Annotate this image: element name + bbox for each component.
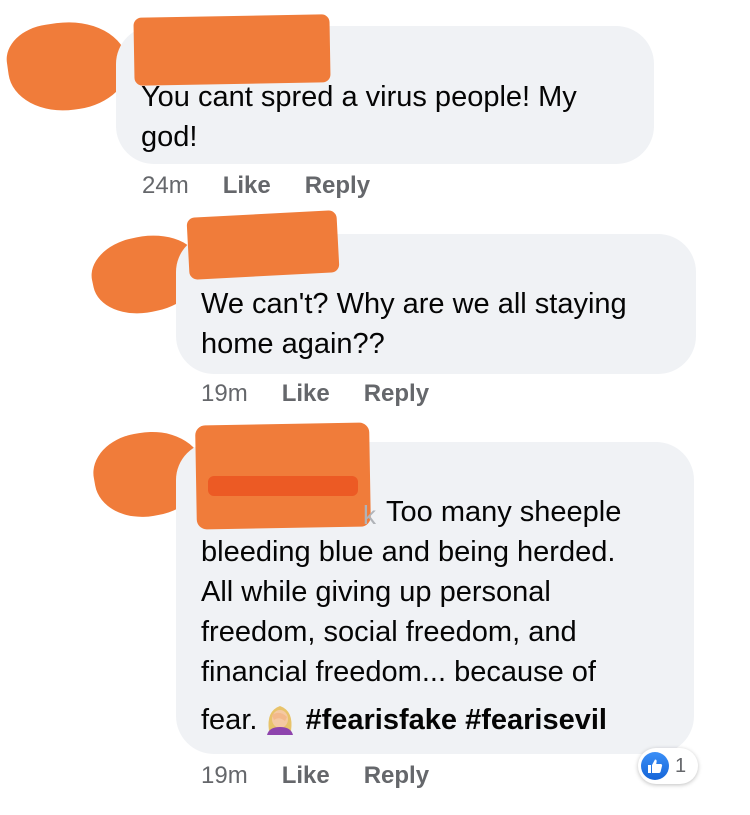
comment-timestamp: 19m [201, 762, 248, 789]
comment-text-line-4: freedom, social freedom, and [201, 616, 577, 648]
reaction-summary[interactable]: 1 [638, 748, 698, 784]
author-name-fragment: k [363, 500, 376, 530]
comment-timestamp: 24m [142, 172, 189, 199]
comment-text-line-2: home again?? [201, 328, 385, 360]
redacted-author-name [133, 14, 331, 86]
like-button[interactable]: Like [223, 172, 271, 200]
comment-text-fear: fear. [201, 704, 258, 736]
hashtag-fearisevil[interactable]: #fearisevil [465, 704, 607, 736]
comment-text-line-6: fear. #fearisfake #fearisevil [201, 700, 607, 740]
comment-text-line-1: We can't? Why are we all staying [201, 288, 627, 320]
redacted-author-name [186, 210, 340, 280]
reply-button[interactable]: Reply [364, 380, 429, 408]
reaction-count: 1 [675, 754, 687, 777]
thumbs-up-icon [641, 752, 669, 780]
reply-button[interactable]: Reply [364, 762, 429, 790]
redacted-author-name-overlap [208, 476, 358, 496]
comment-actions: 19m Like Reply [201, 380, 463, 408]
comment-text-line-5: financial freedom... because of [201, 656, 596, 688]
like-button[interactable]: Like [282, 762, 330, 790]
comment-timestamp: 19m [201, 380, 248, 407]
like-button[interactable]: Like [282, 380, 330, 408]
comment-text-line-3: All while giving up personal [201, 576, 551, 608]
comment-actions: 19m Like Reply [201, 762, 463, 790]
comment-text-line-2: bleeding blue and being herded. [201, 536, 616, 568]
hashtag-fearisfake[interactable]: #fearisfake [305, 704, 457, 736]
woman-facepalming-emoji [263, 701, 297, 735]
comment-text-line-2: god! [141, 121, 198, 153]
redacted-avatar [2, 14, 134, 118]
comment-text-line-1: You cant spred a virus people! My [141, 81, 577, 113]
reply-button[interactable]: Reply [305, 172, 370, 200]
comment-actions: 24m Like Reply [142, 172, 404, 200]
comment-text-line-1: Too many sheeple [386, 496, 622, 528]
